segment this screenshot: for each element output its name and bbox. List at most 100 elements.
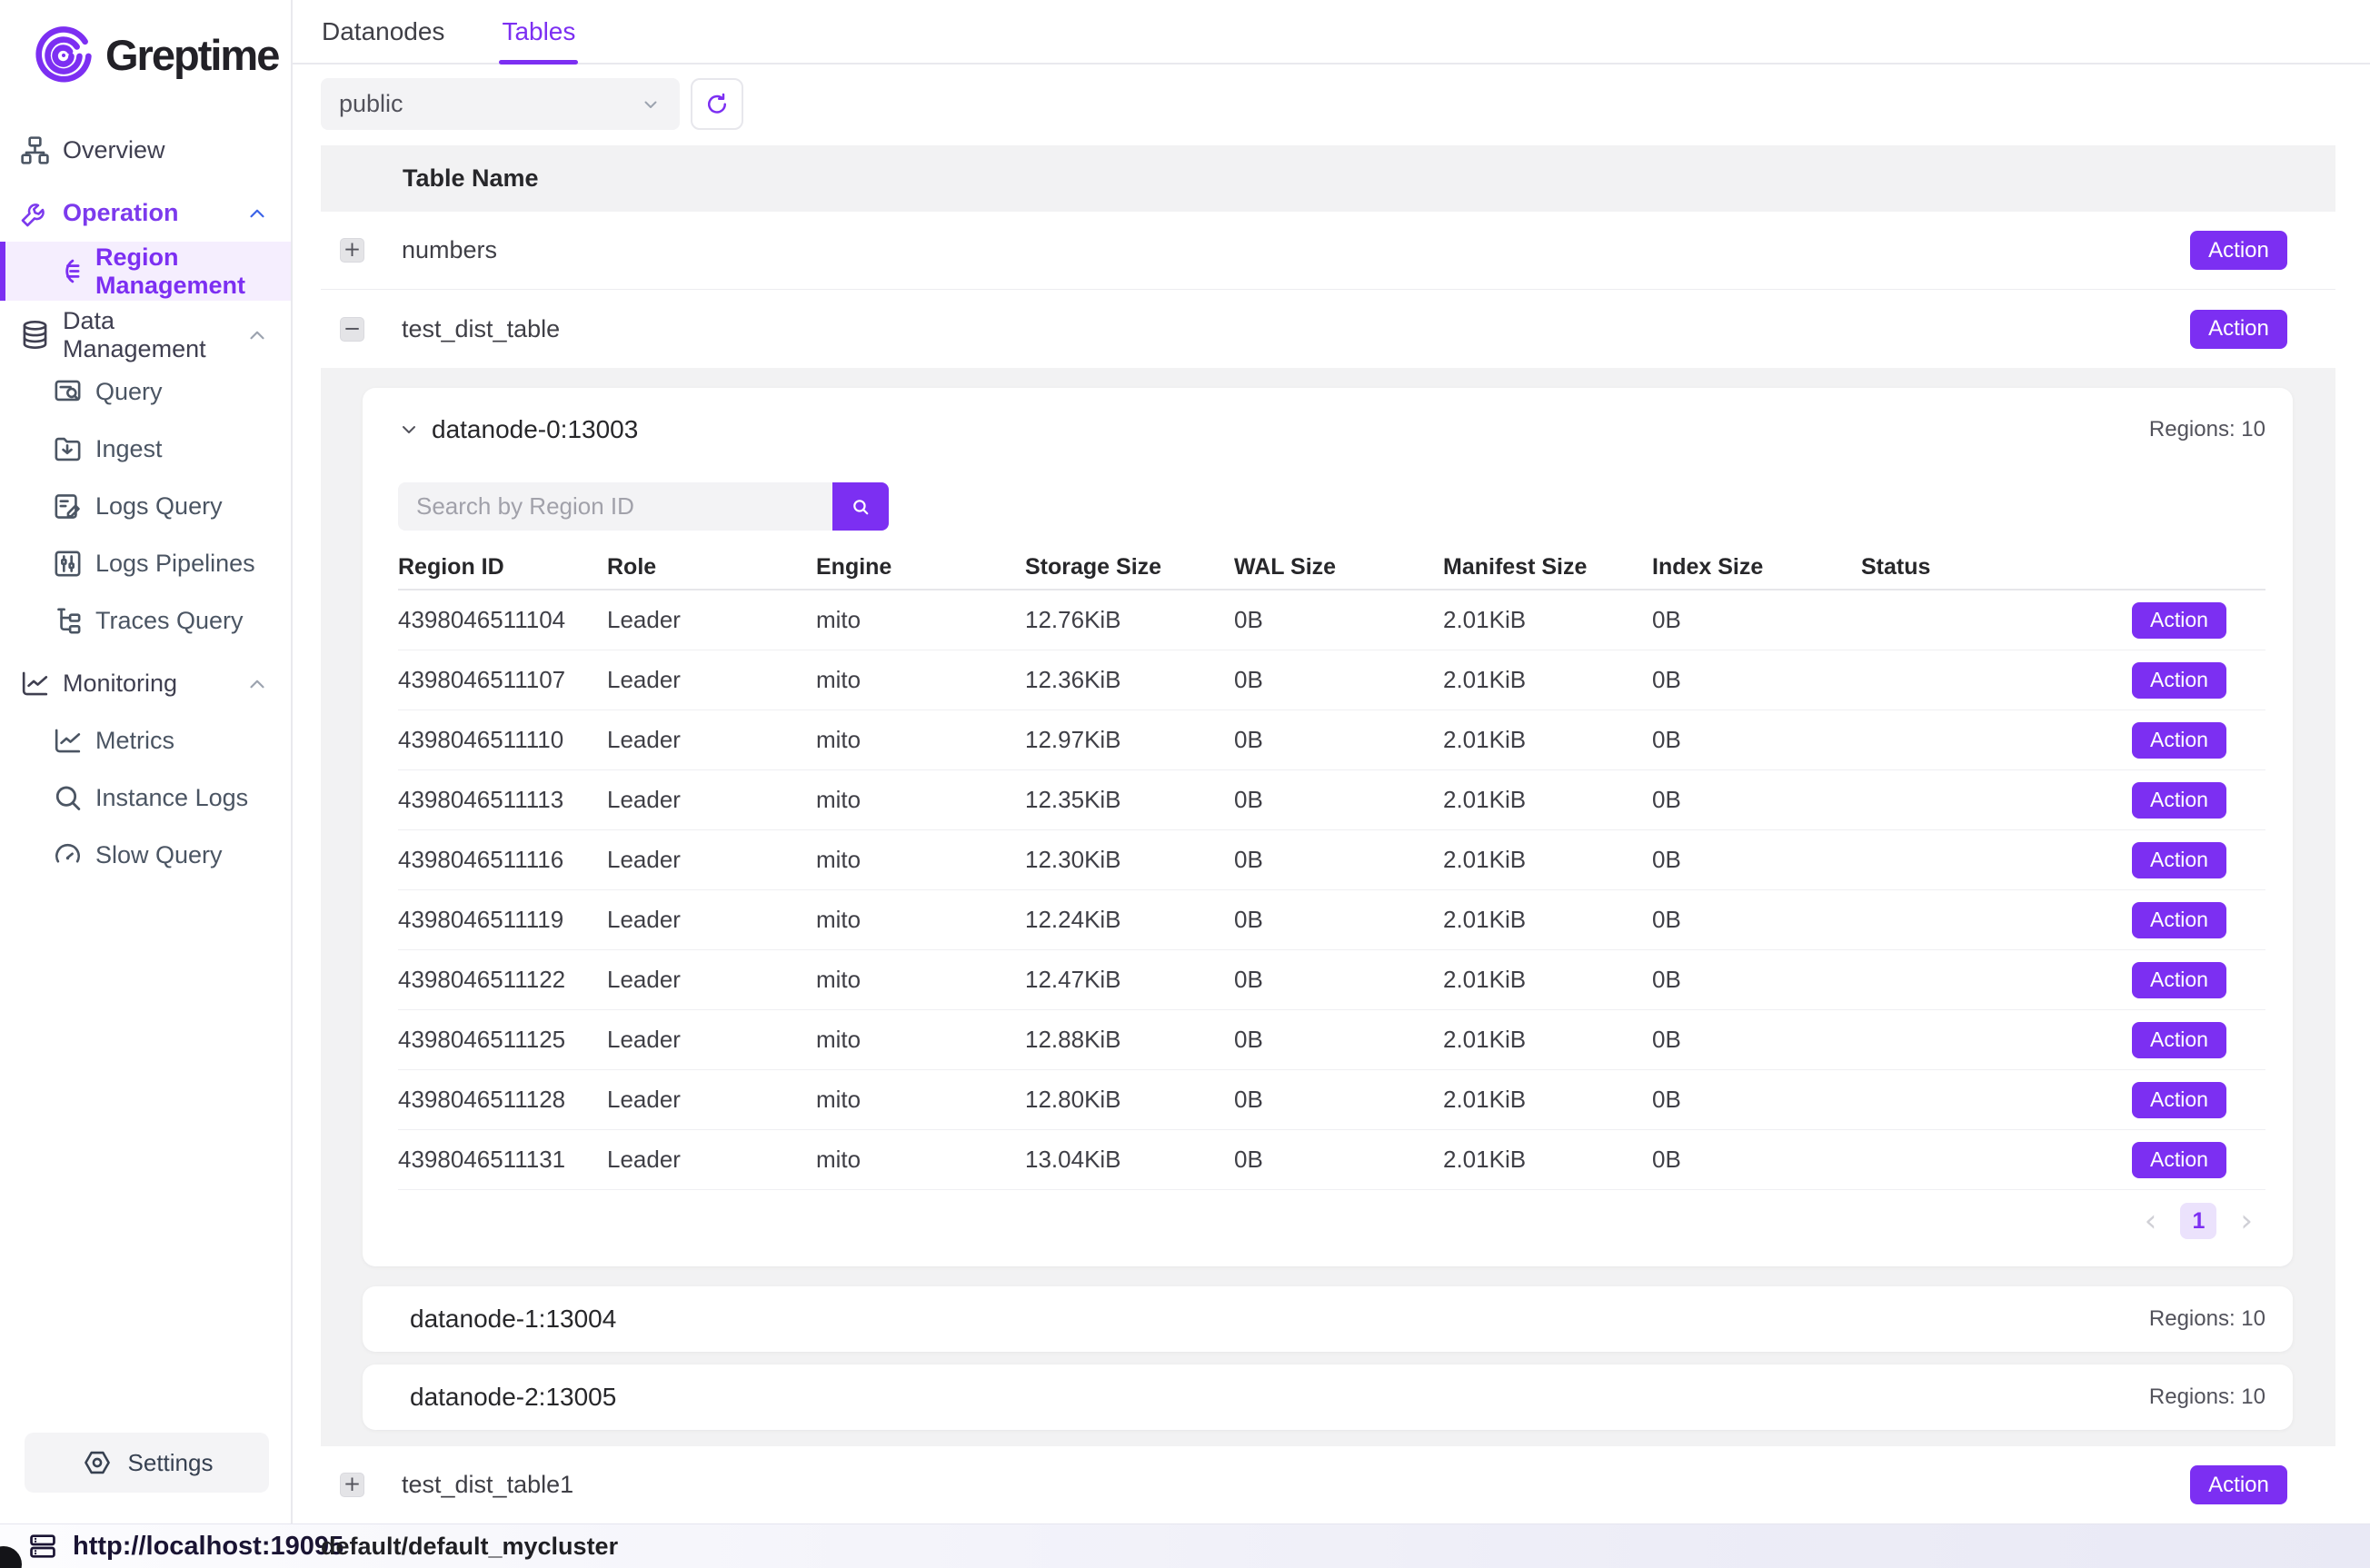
- sidebar-item-ingest[interactable]: Ingest: [0, 421, 291, 478]
- region-table-row: 4398046511122Leadermito12.47KiB0B2.01KiB…: [398, 950, 2265, 1010]
- tab-tables[interactable]: Tables: [499, 0, 578, 63]
- region-action-cell: Action: [2132, 962, 2226, 998]
- region-cell-index: 0B: [1652, 1026, 1861, 1054]
- sidebar-item-region-management[interactable]: Region Management: [0, 242, 291, 301]
- region-action-button[interactable]: Action: [2132, 1082, 2226, 1118]
- region-table-row: 4398046511104Leadermito12.76KiB0B2.01KiB…: [398, 590, 2265, 650]
- region-search-input[interactable]: [398, 482, 832, 531]
- monitoring-chart-icon: [16, 666, 53, 702]
- region-cell-wal: 0B: [1234, 966, 1443, 994]
- table-row-test_dist_table: − test_dist_table Action: [321, 290, 2335, 368]
- datanode-card-header[interactable]: datanode-0:13003 Regions: 10: [398, 415, 2265, 444]
- corner-floating-button[interactable]: [0, 1546, 22, 1568]
- region-cell-engine: mito: [816, 1146, 1025, 1174]
- sidebar-section-monitoring[interactable]: Monitoring: [0, 655, 291, 712]
- region-cell-storage: 12.88KiB: [1025, 1026, 1234, 1054]
- wrench-icon: [16, 195, 53, 232]
- region-action-button[interactable]: Action: [2132, 842, 2226, 878]
- pagination-next-icon[interactable]: ›: [2240, 1206, 2253, 1236]
- region-action-cell: Action: [2132, 902, 2226, 938]
- datanode-name: datanode-0:13003: [432, 415, 638, 444]
- datanode-name: datanode-1:13004: [410, 1305, 616, 1334]
- metrics-icon: [49, 723, 85, 759]
- region-action-button[interactable]: Action: [2132, 662, 2226, 699]
- region-table-row: 4398046511128Leadermito12.80KiB0B2.01KiB…: [398, 1070, 2265, 1130]
- sidebar-item-metrics[interactable]: Metrics: [0, 712, 291, 769]
- region-cell-index: 0B: [1652, 606, 1861, 634]
- logs-pipelines-icon: [49, 546, 85, 582]
- region-table-row: 4398046511125Leadermito12.88KiB0B2.01KiB…: [398, 1010, 2265, 1070]
- sidebar-nav: Overview Operation: [0, 122, 291, 884]
- region-cell-wal: 0B: [1234, 846, 1443, 874]
- table-action-button[interactable]: Action: [2190, 231, 2287, 270]
- sidebar-item-logs-pipelines[interactable]: Logs Pipelines: [0, 535, 291, 592]
- region-action-cell: Action: [2132, 1142, 2226, 1178]
- sidebar-item-instance-logs[interactable]: Instance Logs: [0, 769, 291, 827]
- column-header: Role: [607, 554, 816, 581]
- region-cell-index: 0B: [1652, 726, 1861, 754]
- cluster-name: default/default_mycluster: [321, 1533, 618, 1561]
- expand-button[interactable]: +: [340, 238, 364, 263]
- region-cell-index: 0B: [1652, 1146, 1861, 1174]
- schema-select[interactable]: public: [321, 78, 680, 130]
- brand-logo[interactable]: Greptime: [0, 0, 291, 85]
- database-icon: [16, 317, 53, 353]
- datanode-card-0: datanode-0:13003 Regions: 10 Region ID: [363, 388, 2293, 1266]
- region-cell-role: Leader: [607, 606, 816, 634]
- region-cell-region_id: 4398046511119: [398, 906, 607, 934]
- sidebar-item-label: Ingest: [95, 435, 163, 463]
- search-icon: [849, 495, 872, 519]
- chevron-up-icon[interactable]: [245, 672, 269, 696]
- column-header: Manifest Size: [1443, 554, 1652, 581]
- region-action-button[interactable]: Action: [2132, 602, 2226, 639]
- sidebar-item-label: Logs Query: [95, 492, 223, 521]
- region-action-button[interactable]: Action: [2132, 902, 2226, 938]
- chevron-up-icon[interactable]: [245, 202, 269, 225]
- settings-button[interactable]: Settings: [25, 1433, 269, 1493]
- region-search: [398, 482, 2265, 531]
- pagination-page-1[interactable]: 1: [2180, 1203, 2216, 1239]
- tab-label: Datanodes: [322, 17, 444, 46]
- sidebar-item-label: Traces Query: [95, 607, 244, 635]
- region-search-button[interactable]: [832, 482, 889, 531]
- table-action-button[interactable]: Action: [2190, 1465, 2287, 1504]
- sidebar-item-slow-query[interactable]: Slow Query: [0, 827, 291, 884]
- sidebar-item-logs-query[interactable]: Logs Query: [0, 478, 291, 535]
- sidebar-item-label: Query: [95, 378, 163, 406]
- region-cell-role: Leader: [607, 846, 816, 874]
- region-cell-region_id: 4398046511125: [398, 1026, 607, 1054]
- region-action-button[interactable]: Action: [2132, 722, 2226, 759]
- collapse-button[interactable]: −: [340, 317, 364, 342]
- sidebar-item-overview[interactable]: Overview: [0, 122, 291, 179]
- expand-button[interactable]: +: [340, 1473, 364, 1497]
- status-bar: http://localhost:19095 default/default_m…: [0, 1524, 2370, 1568]
- server-url[interactable]: http://localhost:19095: [73, 1532, 344, 1562]
- sidebar-item-query[interactable]: Query: [0, 363, 291, 421]
- column-header: WAL Size: [1234, 554, 1443, 581]
- sidebar-item-label: Slow Query: [95, 841, 223, 869]
- region-action-button[interactable]: Action: [2132, 782, 2226, 819]
- region-action-button[interactable]: Action: [2132, 1142, 2226, 1178]
- sidebar-section-data-management[interactable]: Data Management: [0, 306, 291, 363]
- magnifier-icon: [49, 780, 85, 817]
- region-cell-storage: 13.04KiB: [1025, 1146, 1234, 1174]
- tab-datanodes[interactable]: Datanodes: [319, 0, 447, 63]
- gauge-icon: [49, 838, 85, 874]
- datanode-card-2[interactable]: datanode-2:13005 Regions: 10: [363, 1365, 2293, 1430]
- sidebar-section-operation[interactable]: Operation: [0, 184, 291, 242]
- logs-query-icon: [49, 489, 85, 525]
- region-action-cell: Action: [2132, 662, 2226, 699]
- refresh-button[interactable]: [691, 78, 743, 130]
- sidebar-item-traces-query[interactable]: Traces Query: [0, 592, 291, 650]
- chevron-up-icon[interactable]: [245, 323, 269, 347]
- region-action-button[interactable]: Action: [2132, 1022, 2226, 1058]
- region-cell-storage: 12.47KiB: [1025, 966, 1234, 994]
- table-action-button[interactable]: Action: [2190, 310, 2287, 349]
- datanode-card-1[interactable]: datanode-1:13004 Regions: 10: [363, 1286, 2293, 1352]
- pagination-prev-icon[interactable]: ‹: [2145, 1206, 2157, 1236]
- region-cell-storage: 12.80KiB: [1025, 1086, 1234, 1114]
- region-action-button[interactable]: Action: [2132, 962, 2226, 998]
- region-cell-region_id: 4398046511131: [398, 1146, 607, 1174]
- app-root: Greptime Overview: [0, 0, 2370, 1568]
- chevron-down-icon[interactable]: [398, 419, 420, 441]
